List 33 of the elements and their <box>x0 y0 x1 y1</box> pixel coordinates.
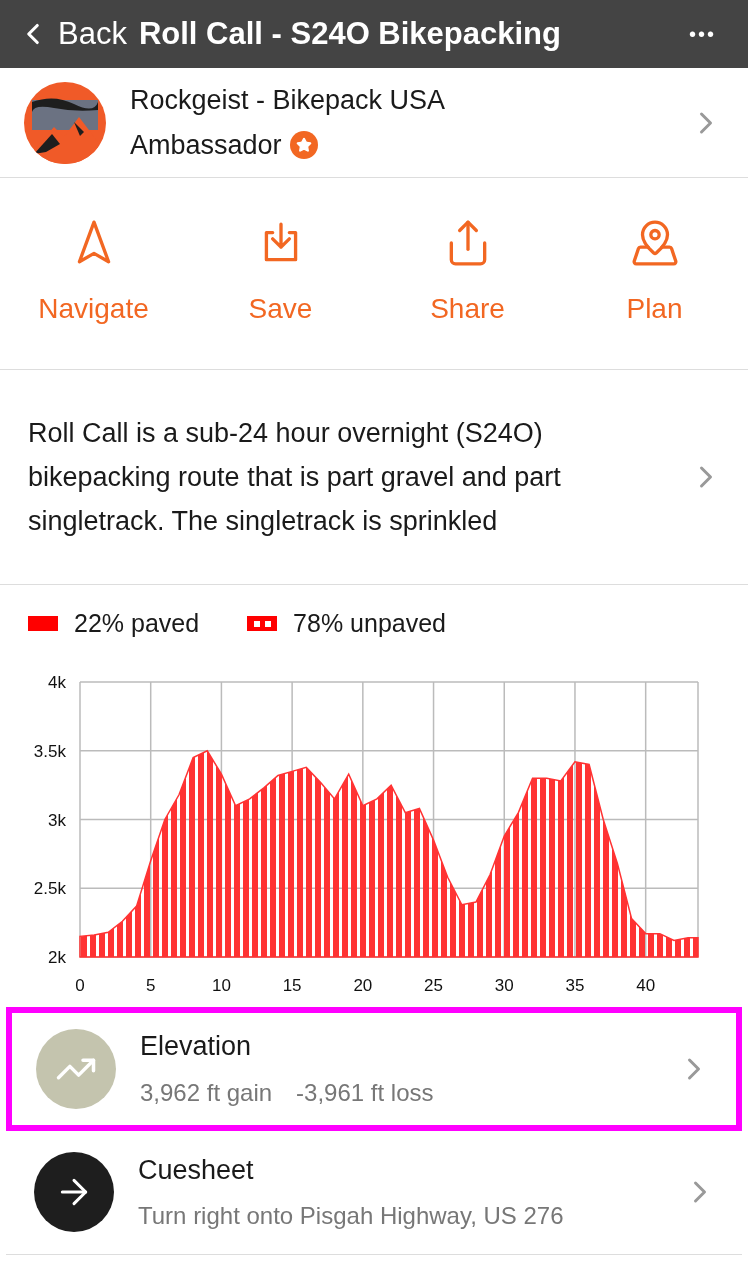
row-subtitle: Turn right onto Pisgah Highway, US 276 <box>138 1201 564 1232</box>
y-axis-label: 2.5k <box>33 878 66 898</box>
owner-role: Ambassador <box>130 128 282 162</box>
x-axis-label: 5 <box>146 975 156 995</box>
owner-name: Rockgeist - Bikepack USA <box>130 84 446 117</box>
x-axis-label: 25 <box>424 975 443 995</box>
y-axis-label: 2k <box>48 947 66 967</box>
description-row[interactable]: Roll Call is a sub-24 hour overnight (S24O) bikepacking route that is part gravel and part singletrack. The singletrack is sprinkled <box>0 370 748 585</box>
detail-row[interactable]: Elevation 3,962 ft gain -3,961 ft loss <box>6 1006 742 1131</box>
legend-label: 78% unpaved <box>293 608 446 639</box>
unpaved-swatch <box>247 616 278 632</box>
y-axis-label: 3.5k <box>33 741 66 761</box>
x-axis-label: 35 <box>565 975 585 995</box>
route-title: Roll Call - S24O Bikepacking <box>138 14 561 53</box>
y-axis-label: 4k <box>48 672 66 692</box>
y-axis-label: 3k <box>48 810 66 829</box>
row-subtitle: -3,961 ft loss <box>296 1077 434 1108</box>
owner-row[interactable]: Rockgeist - Bikepack USA Ambassador <box>0 68 748 178</box>
back-button[interactable]: Back <box>16 10 127 58</box>
x-axis-label: 15 <box>282 975 302 995</box>
x-axis-label: 10 <box>211 975 231 995</box>
more-button[interactable]: ••• <box>689 19 716 49</box>
row-subtitle: 3,962 ft gain <box>140 1077 273 1108</box>
x-axis-label: 20 <box>353 975 373 995</box>
x-axis-label: 0 <box>75 975 85 995</box>
row-title: Elevation <box>140 1030 253 1064</box>
x-axis-label: 30 <box>494 975 514 995</box>
x-axis-label: 40 <box>636 975 656 995</box>
route-description: Roll Call is a sub-24 hour overnight (S24O) bikepacking route that is part gravel and part singletrack. The singletrack is sprinkled <box>28 417 562 538</box>
row-title: Cuesheet <box>138 1153 255 1187</box>
legend-label: 22% paved <box>74 608 200 639</box>
paved-swatch <box>28 616 58 632</box>
detail-row[interactable]: Cuesheet Turn right onto Pisgah Highway, US 276 <box>6 1130 742 1255</box>
